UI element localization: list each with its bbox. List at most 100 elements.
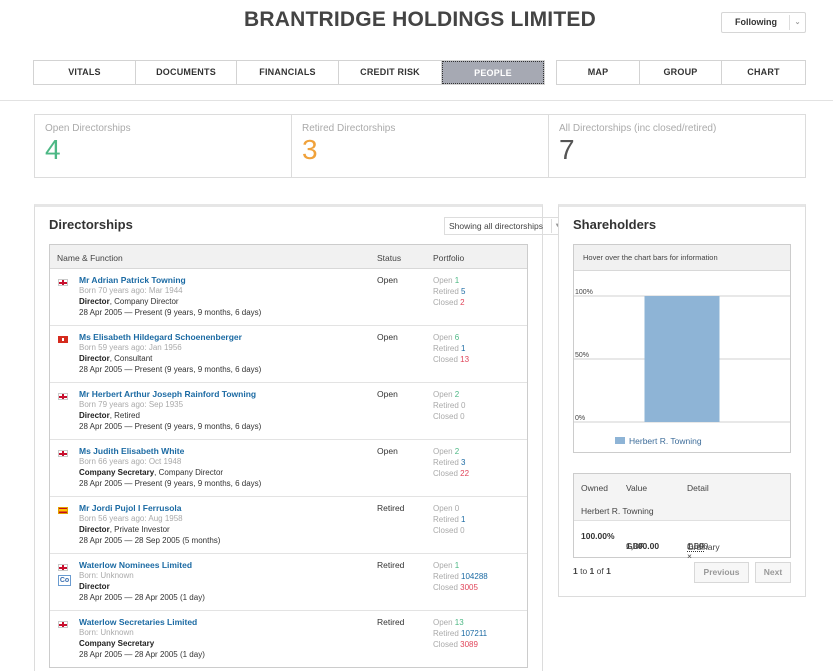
portfolio-closed: Closed 3089 <box>433 640 478 649</box>
chart-legend: Herbert R. Towning <box>615 436 702 446</box>
director-born: Born 66 years ago: Oct 1948 <box>79 457 182 466</box>
director-status: Open <box>377 275 398 285</box>
chevron-down-icon[interactable]: ⌄ <box>789 15 805 30</box>
following-button[interactable]: Following ⌄ <box>721 12 806 33</box>
portfolio-closed: Closed 13 <box>433 355 470 364</box>
director-status: Open <box>377 389 398 399</box>
director-role: Director, Retired <box>79 411 140 420</box>
next-button[interactable]: Next <box>755 562 791 583</box>
col-owned: Owned <box>581 483 608 493</box>
directorships-table: Name & Function Status Portfolio Mr Adri… <box>49 244 528 668</box>
following-label: Following <box>735 17 777 27</box>
table-header: Name & Function Status Portfolio <box>50 245 527 269</box>
table-row: Mr Jordi Pujol I Ferrusola Born 56 years … <box>50 497 527 554</box>
director-name-link[interactable]: Waterlow Secretaries Limited <box>79 617 197 627</box>
tab-financials[interactable]: FINANCIALS <box>237 61 339 84</box>
tab-map[interactable]: MAP <box>557 61 640 84</box>
owned-percent: 100.00% <box>581 531 615 541</box>
count-open-label: Open Directorships <box>45 123 131 134</box>
portfolio-closed: Closed 3005 <box>433 583 478 592</box>
tab-vitals[interactable]: VITALS <box>34 61 136 84</box>
directorships-filter-select[interactable]: Showing all directorships ▼ <box>444 217 564 235</box>
director-role: Director, Consultant <box>79 354 153 363</box>
table-row: Ms Judith Elisabeth White Born 66 years a… <box>50 440 527 497</box>
legend-label: Herbert R. Towning <box>629 436 702 446</box>
director-role: Company Secretary <box>79 639 155 648</box>
portfolio-open: Open 6 <box>433 333 460 342</box>
director-born: Born 79 years ago: Sep 1935 <box>79 400 184 409</box>
directorship-counts: Open Directorships 4 Retired Directorshi… <box>34 114 806 178</box>
director-status: Retired <box>377 560 405 570</box>
col-detail: Detail <box>687 483 709 493</box>
director-dates: 28 Apr 2005 — 28 Apr 2005 (1 day) <box>79 593 205 602</box>
col-portfolio[interactable]: Portfolio <box>433 253 464 263</box>
count-retired: Retired Directorships 3 <box>292 115 549 177</box>
portfolio-retired: Retired 1 <box>433 515 466 524</box>
filter-label: Showing all directorships <box>449 221 544 231</box>
tab-group[interactable]: GROUP <box>640 61 722 84</box>
count-all-label: All Directorships (inc closed/retired) <box>559 123 717 134</box>
count-all-value: 7 <box>559 134 575 165</box>
director-dates: 28 Apr 2005 — Present (9 years, 9 months… <box>79 308 262 317</box>
y-tick-label: 50% <box>575 352 589 359</box>
y-tick-label: 100% <box>575 289 593 296</box>
shareholders-panel: Shareholders Hover over the chart bars f… <box>558 204 806 597</box>
col-value: Value <box>626 483 648 493</box>
tab-chart[interactable]: CHART <box>722 61 805 84</box>
director-name-link[interactable]: Mr Jordi Pujol I Ferrusola <box>79 503 182 513</box>
chart-hint: Hover over the chart bars for informatio… <box>574 245 790 271</box>
portfolio-retired: Retired 3 <box>433 458 466 467</box>
portfolio-closed: Closed 2 <box>433 298 465 307</box>
chart-bar[interactable] <box>644 296 720 422</box>
count-all: All Directorships (inc closed/retired) 7 <box>549 115 805 177</box>
director-status: Open <box>377 446 398 456</box>
director-dates: 28 Apr 2005 — 28 Sep 2005 (5 months) <box>79 536 221 545</box>
count-retired-label: Retired Directorships <box>302 123 396 134</box>
tab-credit-risk[interactable]: CREDIT RISK <box>339 61 442 84</box>
portfolio-retired: Retired 5 <box>433 287 466 296</box>
directorships-title: Directorships <box>49 217 133 232</box>
table-row: Ms Elisabeth Hildegard Schoenenberger Bor… <box>50 326 527 383</box>
portfolio-closed: Closed 22 <box>433 469 470 478</box>
director-role: Director <box>79 582 110 591</box>
director-name-link[interactable]: Mr Adrian Patrick Towning <box>79 275 186 285</box>
director-name-link[interactable]: Mr Herbert Arthur Joseph Rainford Townin… <box>79 389 256 399</box>
director-born: Born 56 years ago: Aug 1958 <box>79 514 183 523</box>
director-dates: 28 Apr 2005 — Present (9 years, 9 months… <box>79 422 262 431</box>
flag-icon <box>58 393 68 400</box>
flag-icon <box>58 507 68 514</box>
portfolio-open: Open 0 <box>433 504 460 513</box>
pagination-summary: 1 to 1 of 1 <box>573 566 611 576</box>
portfolio-retired: Retired 107211 <box>433 629 488 638</box>
director-name-link[interactable]: Ms Judith Elisabeth White <box>79 446 184 456</box>
flag-icon <box>58 564 68 571</box>
previous-button[interactable]: Previous <box>694 562 749 583</box>
director-name-link[interactable]: Waterlow Nominees Limited <box>79 560 192 570</box>
count-retired-value: 3 <box>302 134 318 165</box>
directorships-rows: Mr Adrian Patrick Towning Born 70 years a… <box>50 269 527 667</box>
count-open: Open Directorships 4 <box>35 115 292 177</box>
director-name-link[interactable]: Ms Elisabeth Hildegard Schoenenberger <box>79 332 242 342</box>
portfolio-retired: Retired 0 <box>433 401 466 410</box>
y-tick-label: 0% <box>575 415 585 422</box>
company-badge-icon: Co <box>58 575 71 586</box>
table-row: Mr Herbert Arthur Joseph Rainford Townin… <box>50 383 527 440</box>
main-tabs: VITALS DOCUMENTS FINANCIALS CREDIT RISK … <box>33 60 545 85</box>
tab-people[interactable]: PEOPLE <box>442 61 544 84</box>
director-status: Open <box>377 332 398 342</box>
portfolio-open: Open 13 <box>433 618 464 627</box>
flag-icon <box>58 450 68 457</box>
shareholder-bar-chart: 0% 50% 100% <box>574 289 790 423</box>
table-row: Waterlow Secretaries Limited Born: Unknow… <box>50 611 527 667</box>
portfolio-retired: Retired 104288 <box>433 572 488 581</box>
director-status: Retired <box>377 503 405 513</box>
director-dates: 28 Apr 2005 — Present (9 years, 9 months… <box>79 479 262 488</box>
company-title: BRANTRIDGE HOLDINGS LIMITED <box>244 8 596 31</box>
col-status[interactable]: Status <box>377 253 401 263</box>
flag-icon <box>58 621 68 628</box>
col-name-function[interactable]: Name & Function <box>57 253 123 263</box>
holder-name: Herbert R. Towning <box>581 506 654 516</box>
portfolio-open: Open 1 <box>433 561 460 570</box>
tab-documents[interactable]: DOCUMENTS <box>136 61 237 84</box>
value-currency: GBP <box>626 541 645 551</box>
